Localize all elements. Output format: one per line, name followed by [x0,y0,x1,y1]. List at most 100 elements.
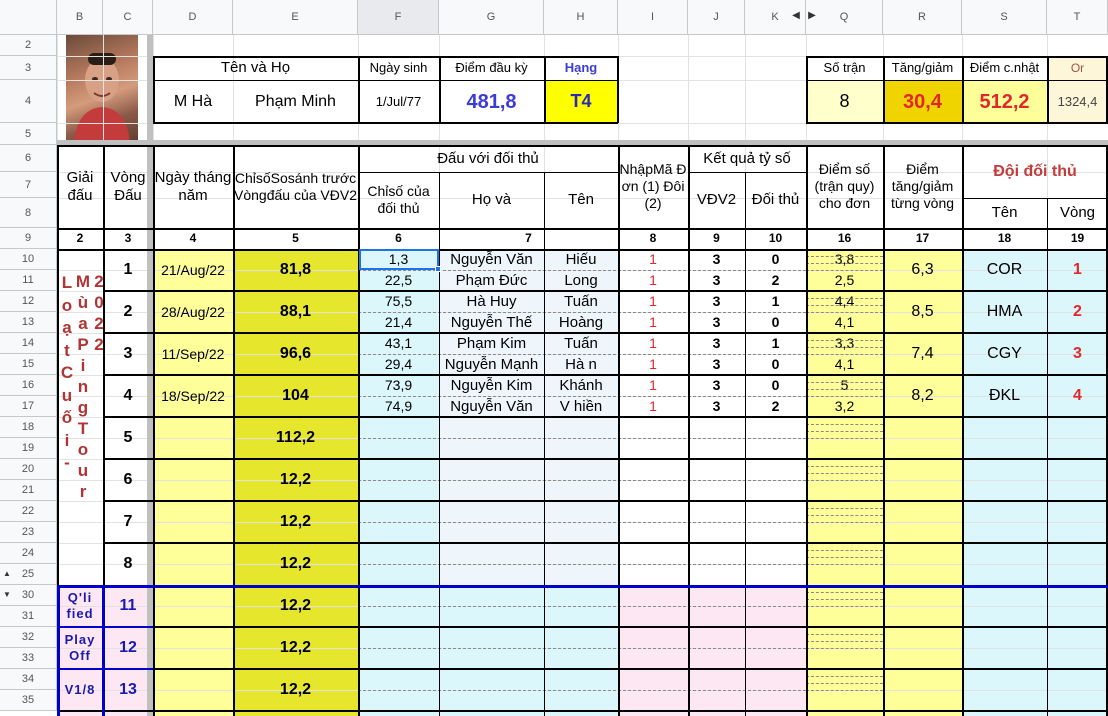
opp-given-name[interactable]: Tuấn [544,333,618,354]
opp-score[interactable]: 0 [745,375,806,396]
vdv2-score[interactable]: 3 [688,249,745,270]
vdv2-score[interactable]: 3 [688,291,745,312]
round-number[interactable]: 2 [103,291,153,333]
match-score[interactable]: 2,5 [806,270,883,291]
round-number[interactable]: 5 [103,417,153,459]
vdv2-score[interactable]: 3 [688,396,745,417]
dob-value[interactable]: 1/Jul/77 [358,80,439,123]
opp-score[interactable]: 2 [745,396,806,417]
row-header[interactable]: 15 [0,354,57,375]
round-index[interactable]: 112,2 [233,417,358,459]
match-code[interactable]: 1 [618,291,688,312]
expand-arrow-icon[interactable]: ▶ [806,8,818,24]
row-header[interactable]: 2 [0,35,57,56]
round-date[interactable]: 21/Aug/22 [153,249,233,291]
row-header[interactable]: 11 [0,270,57,291]
delta-value[interactable]: 30,4 [883,80,962,123]
row-header[interactable]: 4 [0,80,57,123]
round-number[interactable]: 12 [103,627,153,669]
row-header[interactable]: 5 [0,123,57,145]
team-round[interactable]: 4 [1047,375,1108,417]
round-index[interactable]: 12,2 [233,627,358,669]
round-index[interactable]: 12,2 [233,585,358,627]
row-header[interactable]: 20 [0,459,57,480]
round-index[interactable]: 12,2 [233,459,358,501]
round-date[interactable]: 11/Sep/22 [153,333,233,375]
row-header[interactable]: 23 [0,522,57,543]
match-score[interactable]: 5 [806,375,883,396]
match-score[interactable]: 3,3 [806,333,883,354]
row-header[interactable]: 17 [0,396,57,417]
row-header[interactable]: 12 [0,291,57,312]
opp-index[interactable]: 75,5 [358,291,439,312]
round-change[interactable]: 6,3 [883,249,962,291]
column-header-H[interactable]: H [544,0,618,35]
column-header-I[interactable]: I [618,0,688,35]
opp-index[interactable]: 74,9 [358,396,439,417]
opp-given-name[interactable]: Long [544,270,618,291]
round-number[interactable]: 11 [103,585,153,627]
match-score[interactable]: 4,1 [806,312,883,333]
column-header-T[interactable]: T [1047,0,1108,35]
match-score[interactable]: 3,2 [806,396,883,417]
select-all-corner[interactable] [0,0,57,35]
round-index[interactable]: 81,8 [233,249,358,291]
vdv2-score[interactable]: 3 [688,375,745,396]
team-round[interactable]: 3 [1047,333,1108,375]
opp-score[interactable]: 0 [745,354,806,375]
stage-label[interactable]: V1/8 [57,669,103,711]
opp-family-name[interactable]: Nguyễn Thế [439,312,544,333]
column-header-G[interactable]: G [439,0,544,35]
match-code[interactable]: 1 [618,354,688,375]
row-header[interactable]: 33 [0,648,57,669]
team-round[interactable]: 2 [1047,291,1108,333]
row-header[interactable]: 10 [0,249,57,270]
row-header[interactable]: 18 [0,417,57,438]
vdv2-score[interactable]: 3 [688,354,745,375]
opp-given-name[interactable]: V hiền [544,396,618,417]
match-score[interactable]: 3,8 [806,249,883,270]
selected-cell[interactable] [359,249,439,270]
stage-label[interactable]: Play Off [57,627,103,669]
round-change[interactable]: 8,5 [883,291,962,333]
round-number[interactable]: 3 [103,333,153,375]
round-change[interactable]: 8,2 [883,375,962,417]
row-header[interactable]: 35 [0,690,57,711]
row-header[interactable]: 34 [0,669,57,690]
fill-handle[interactable] [435,266,441,272]
row-header[interactable]: 6 [0,145,57,172]
expand-arrow-icon[interactable]: ▼ [2,589,12,601]
column-header-J[interactable]: J [688,0,745,35]
vdv2-score[interactable]: 3 [688,333,745,354]
team-name[interactable]: ĐKL [962,375,1047,417]
opp-index[interactable]: 22,5 [358,270,439,291]
row-header[interactable]: 8 [0,198,57,228]
opp-score[interactable]: 0 [745,249,806,270]
collapse-arrow-icon[interactable]: ▲ [2,568,12,580]
round-number[interactable]: 1 [103,249,153,291]
column-header-D[interactable]: D [153,0,233,35]
column-header-R[interactable]: R [883,0,962,35]
row-header[interactable]: 13 [0,312,57,333]
opp-index[interactable]: 21,4 [358,312,439,333]
vdv2-score[interactable]: 3 [688,270,745,291]
team-name[interactable]: COR [962,249,1047,291]
match-score[interactable]: 4,1 [806,354,883,375]
match-code[interactable]: 1 [618,249,688,270]
match-code[interactable]: 1 [618,270,688,291]
row-header[interactable]: 21 [0,480,57,501]
opp-family-name[interactable]: Hà Huy [439,291,544,312]
opp-family-name[interactable]: Nguyễn Kim [439,375,544,396]
team-name[interactable]: HMA [962,291,1047,333]
opp-given-name[interactable]: Hoàng [544,312,618,333]
match-code[interactable]: 1 [618,312,688,333]
opp-family-name[interactable]: Nguyễn Văn [439,249,544,270]
opp-given-name[interactable]: Hà n [544,354,618,375]
row-header[interactable]: 7 [0,172,57,198]
round-number[interactable]: 4 [103,375,153,417]
row-header[interactable]: 19 [0,438,57,459]
row-header[interactable]: 3 [0,56,57,80]
column-header-C[interactable]: C [103,0,153,35]
round-change[interactable]: 7,4 [883,333,962,375]
row-header[interactable]: 14 [0,333,57,354]
